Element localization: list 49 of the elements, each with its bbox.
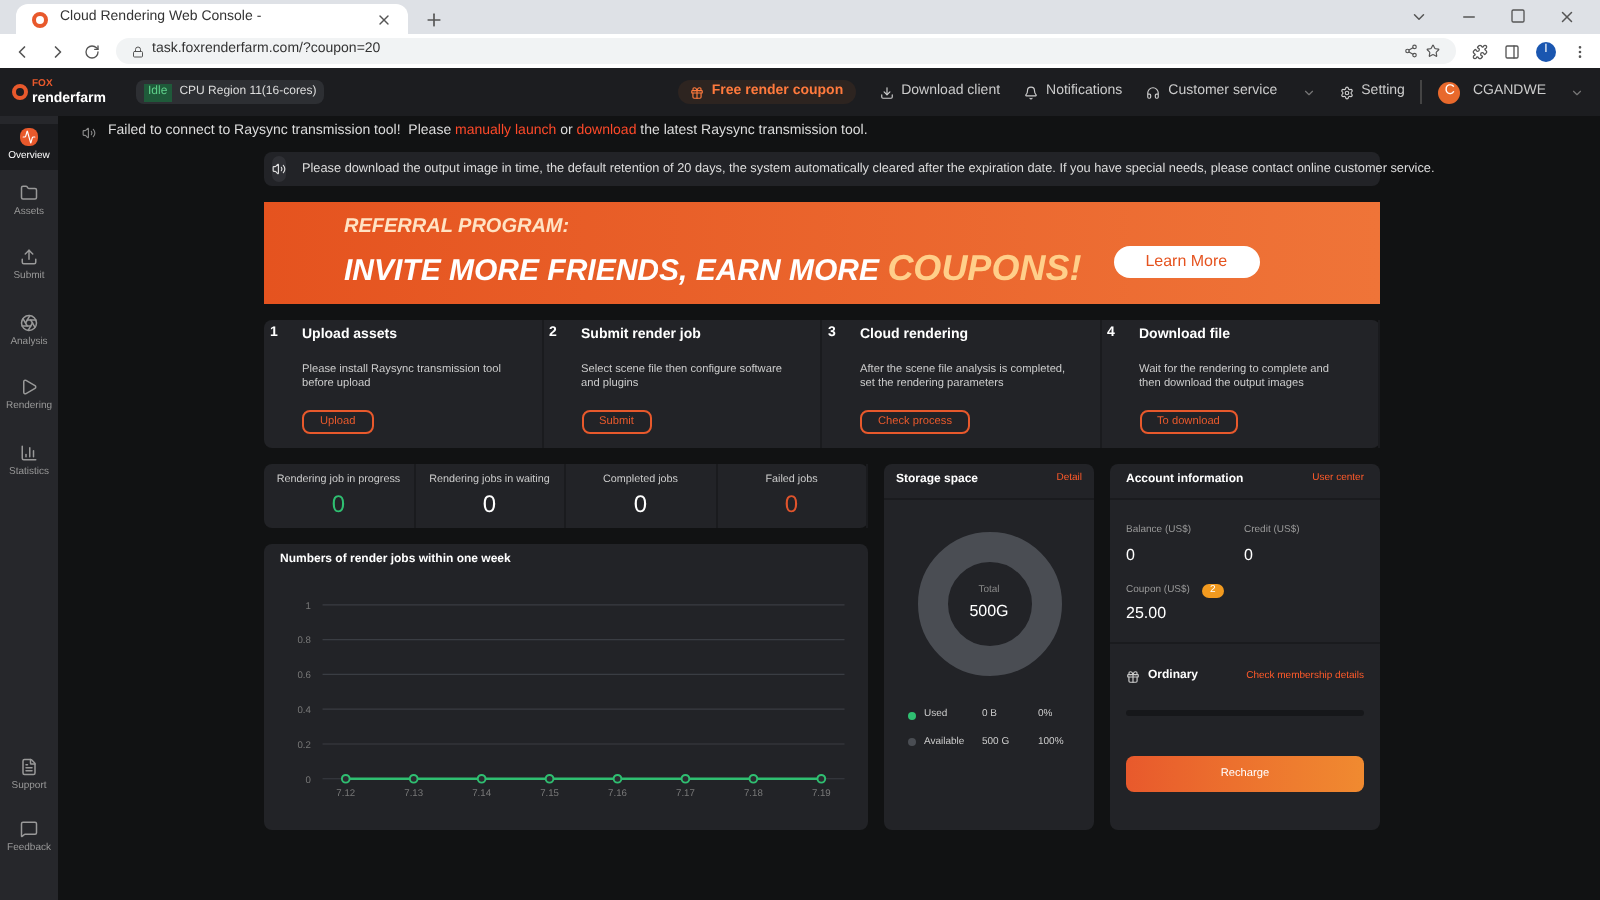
- close-icon[interactable]: [376, 11, 392, 27]
- learn-more-button[interactable]: Learn More: [1113, 245, 1260, 277]
- coupon-value: 25.00: [1110, 598, 1380, 644]
- referral-banner[interactable]: REFERRAL PROGRAM: INVITE MORE FRIENDS, EARN MORE COUPONS! Learn More: [264, 202, 1380, 304]
- aperture-icon: [20, 313, 38, 331]
- balance-value: 0: [1126, 543, 1137, 567]
- data-point: [816, 773, 827, 784]
- chevron-down-icon[interactable]: [1570, 85, 1584, 99]
- lock-icon: [132, 45, 144, 57]
- total-value: 500G: [969, 599, 1009, 624]
- site-favicon-icon: [32, 11, 48, 27]
- data-point: [340, 773, 351, 784]
- stat-value: 0: [331, 488, 346, 521]
- share-icon[interactable]: [1404, 44, 1418, 58]
- data-point: [476, 773, 487, 784]
- settings-icon: [1339, 85, 1354, 99]
- banner-title: INVITE MORE FRIENDS, EARN MORE COUPONS!: [344, 245, 1082, 291]
- banner-subtitle: REFERRAL PROGRAM:: [344, 213, 572, 241]
- data-point: [748, 773, 759, 784]
- data-point: [680, 773, 691, 784]
- bell-icon: [1024, 85, 1039, 99]
- reload-icon[interactable]: [84, 43, 100, 59]
- upload-icon: [20, 248, 38, 266]
- bar-chart-icon: [20, 443, 38, 461]
- play-icon: [20, 378, 38, 396]
- side-panel-icon[interactable]: [1504, 43, 1520, 59]
- tab-search-icon[interactable]: [1410, 8, 1428, 26]
- maximize-icon[interactable]: [1510, 8, 1526, 24]
- data-point: [544, 773, 555, 784]
- new-tab-icon[interactable]: [424, 10, 444, 30]
- download-icon: [879, 85, 894, 99]
- headset-icon: [1146, 85, 1161, 99]
- chevron-down-icon[interactable]: [1301, 85, 1316, 99]
- message-icon: [20, 819, 38, 837]
- credit-value: 0: [1244, 543, 1255, 567]
- data-point: [612, 773, 623, 784]
- close-icon[interactable]: [1558, 8, 1576, 26]
- data-point: [408, 773, 419, 784]
- extensions-icon[interactable]: [1472, 43, 1488, 59]
- logo-icon: [12, 84, 28, 100]
- stat-value: 0: [784, 488, 799, 521]
- document-icon: [19, 758, 38, 776]
- folder-icon: [20, 183, 38, 201]
- stat-value: 0: [633, 488, 648, 521]
- speaker-icon: [272, 162, 286, 176]
- gift-icon: [689, 85, 704, 99]
- pulse-icon: [20, 128, 38, 146]
- bookmark-star-icon[interactable]: [1426, 44, 1440, 58]
- stat-value: 0: [482, 488, 497, 521]
